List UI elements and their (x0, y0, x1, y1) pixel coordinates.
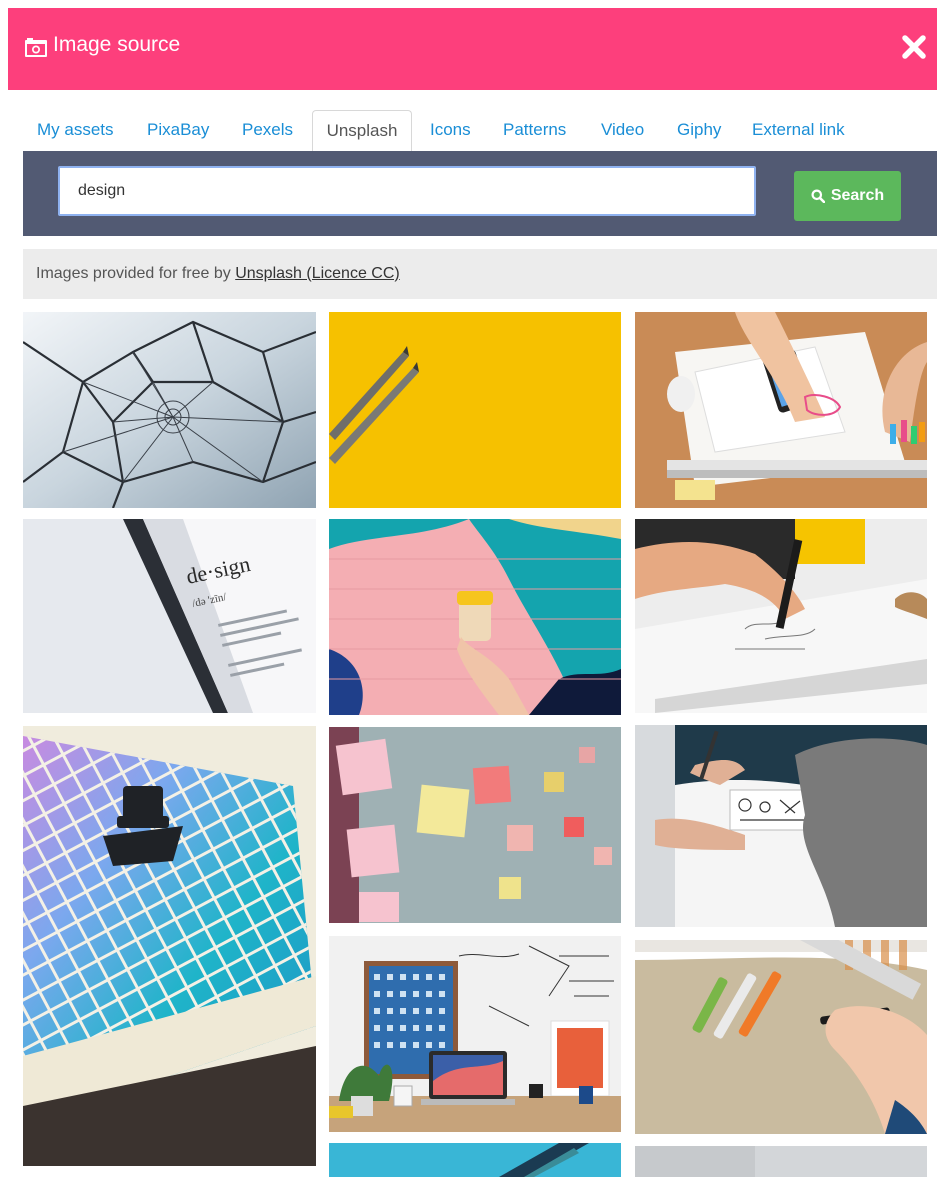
image-result-designers-sketching-table[interactable] (635, 312, 927, 508)
tab-my-assets[interactable]: My assets (37, 110, 114, 151)
tab-pexels[interactable]: Pexels (242, 110, 293, 151)
search-icon (811, 189, 825, 203)
search-input[interactable] (58, 166, 756, 216)
search-button[interactable]: Search (794, 171, 901, 221)
tab-unsplash[interactable]: Unsplash (312, 110, 412, 152)
search-button-label: Search (830, 187, 885, 204)
tab-icons[interactable]: Icons (430, 110, 471, 151)
modal-title: Image source (53, 33, 181, 56)
image-result-wire-geodesic-structure[interactable] (23, 312, 316, 508)
camera-icon (25, 38, 47, 57)
image-result-color-chart-loupe[interactable] (23, 726, 316, 1166)
tab-giphy[interactable]: Giphy (677, 110, 721, 151)
image-result-sticky-notes-wall[interactable] (329, 727, 621, 923)
tab-external-link[interactable]: External link (752, 110, 845, 151)
image-result-hand-drawing-markers[interactable] (635, 940, 927, 1134)
tab-pixabay[interactable]: PixaBay (147, 110, 209, 151)
image-result-gray-partial[interactable] (635, 1146, 927, 1177)
close-icon[interactable] (899, 32, 929, 62)
image-result-hand-drawing-sketch[interactable] (635, 519, 927, 713)
image-result-pencils-on-yellow[interactable] (329, 312, 621, 508)
credit-bar: Images provided for free by Unsplash (Li… (23, 249, 937, 299)
modal-header: Image source (8, 8, 937, 90)
search-bar: Search (23, 151, 937, 236)
image-result-phone-design-definition[interactable]: de·sign /də 'zīn/ (23, 519, 316, 713)
unsplash-licence-link[interactable]: Unsplash (Licence CC) (235, 265, 400, 282)
image-result-teal-architecture-partial[interactable] (329, 1143, 621, 1177)
image-result-hand-cup-colorful-wall[interactable] (329, 519, 621, 715)
image-result-desk-laptop-frames[interactable] (329, 936, 621, 1132)
image-result-person-sketching-notebook[interactable] (635, 725, 927, 927)
credit-text: Images provided for free by (36, 265, 236, 282)
tab-patterns[interactable]: Patterns (503, 110, 566, 151)
tab-video[interactable]: Video (601, 110, 644, 151)
source-tabs: My assets PixaBay Pexels Unsplash Icons … (23, 110, 937, 152)
